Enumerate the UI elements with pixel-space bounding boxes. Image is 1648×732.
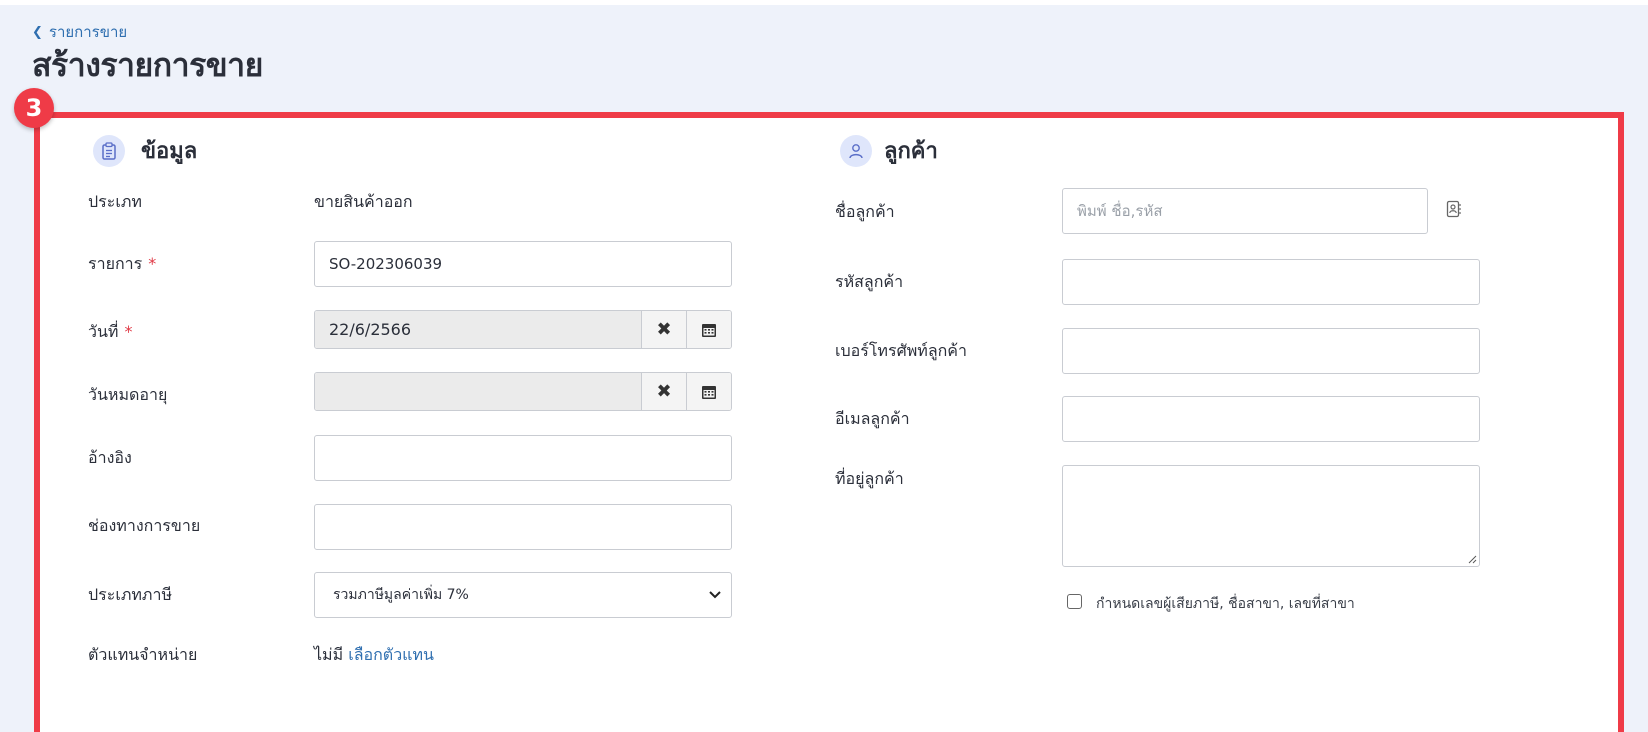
customer-section-header: ลูกค้า [840,133,938,168]
date-picker[interactable]: 22/6/2566 ✖ [314,310,732,349]
expire-date-input[interactable] [315,373,641,410]
customer-search-input[interactable]: พิมพ์ ชื่อ,รหัส [1062,188,1428,234]
customer-code-input[interactable] [1062,259,1480,305]
calendar-icon [702,385,716,399]
chevron-left-icon: ❮ [32,24,43,40]
clear-date-button[interactable]: ✖ [641,311,686,348]
customer-code-label: รหัสลูกค้า [835,272,904,291]
calendar-button[interactable] [686,311,731,348]
customer-email-input[interactable] [1062,396,1480,442]
expire-calendar-button[interactable] [686,373,731,410]
tax-info-checkbox-label[interactable]: กำหนดเลขผู้เสียภาษี, ชื่อสาขา, เลขที่สาข… [1096,593,1355,615]
tax-type-label: ประเภทภาษี [88,585,172,604]
form-card: ข้อมูล ประเภท ขายสินค้าออก รายการ * SO-20… [36,116,1620,732]
doc-number-input[interactable]: SO-202306039 [314,241,732,287]
select-agent-link[interactable]: เลือกตัวแทน [348,645,434,664]
user-icon [840,134,872,167]
close-icon: ✖ [656,381,672,402]
required-mark: * [148,254,157,273]
reference-input[interactable] [314,435,732,481]
expire-date-picker[interactable]: ✖ [314,372,732,411]
step-badge: 3 [14,88,54,128]
tax-type-select[interactable]: รวมภาษีมูลค่าเพิ่ม 7% [314,572,732,618]
clear-expire-button[interactable]: ✖ [641,373,686,410]
agent-value: ไม่มี เลือกตัวแทน [314,643,434,668]
info-section-header: ข้อมูล [93,133,197,168]
customer-address-label: ที่อยู่ลูกค้า [835,469,904,488]
date-label: วันที่ * [88,320,132,345]
customer-section-title: ลูกค้า [884,139,938,164]
type-label: ประเภท [88,192,142,211]
doc-label-text: รายการ [88,254,143,273]
customer-name-label: ชื่อลูกค้า [835,202,895,221]
doc-number-value: SO-202306039 [329,255,443,273]
customer-email-label: อีเมลลูกค้า [835,409,910,428]
date-input[interactable]: 22/6/2566 [315,311,641,348]
date-label-text: วันที่ [88,322,119,341]
sales-channel-input[interactable] [314,504,732,550]
clipboard-icon [93,134,125,167]
agent-label: ตัวแทนจำหน่าย [88,645,198,664]
chevron-down-icon [709,591,721,599]
top-bar [0,0,1648,5]
reference-label: อ้างอิง [88,448,132,467]
required-mark: * [124,322,133,341]
agent-none-text: ไม่มี [314,645,344,664]
customer-phone-input[interactable] [1062,328,1480,374]
contact-book-icon[interactable] [1446,200,1462,222]
tax-type-value: รวมภาษีมูลค่าเพิ่ม 7% [333,587,469,603]
customer-search-placeholder: พิมพ์ ชื่อ,รหัส [1077,202,1163,220]
customer-address-textarea[interactable] [1062,465,1480,567]
doc-label: รายการ * [88,252,156,277]
calendar-icon [702,323,716,337]
tax-info-checkbox[interactable] [1067,594,1082,609]
type-value: ขายสินค้าออก [314,192,413,211]
expire-label: วันหมดอายุ [88,385,168,404]
resize-handle-icon[interactable] [1467,554,1477,564]
info-section-title: ข้อมูล [141,139,198,164]
channel-label: ช่องทางการขาย [88,516,201,535]
customer-phone-label: เบอร์โทรศัพท์ลูกค้า [835,341,967,360]
close-icon: ✖ [656,319,672,340]
page-title: สร้างรายการขาย [32,46,263,84]
